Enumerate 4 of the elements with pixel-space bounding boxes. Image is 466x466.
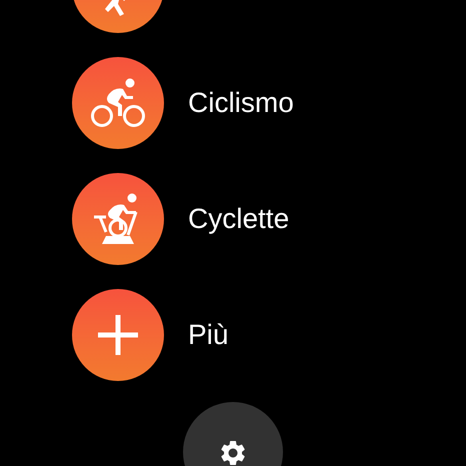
activity-label[interactable]: Più xyxy=(188,321,228,349)
activity-label[interactable]: Ciclismo xyxy=(188,89,294,117)
plus-icon xyxy=(96,313,140,357)
activity-label[interactable]: Cyclette xyxy=(188,205,290,233)
